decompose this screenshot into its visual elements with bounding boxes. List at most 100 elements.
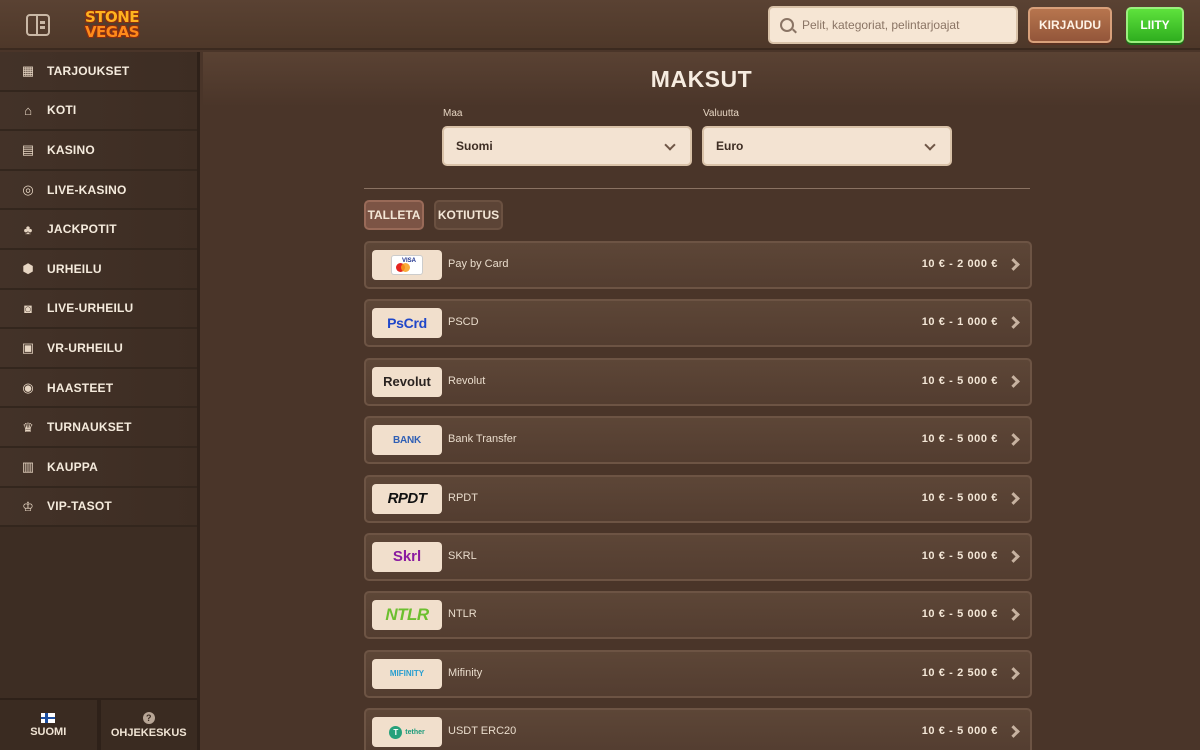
chevron-right-icon [1007, 433, 1020, 447]
chevron-right-icon [1007, 666, 1020, 680]
country-select[interactable]: Suomi [442, 126, 692, 166]
chevron-down-icon [924, 139, 936, 151]
payment-method-row[interactable]: MIFINITY Mifinity 10 € - 2 500 € [364, 649, 1032, 698]
clover-icon: ♣ [23, 221, 33, 237]
page-title: MAKSUT [650, 66, 753, 92]
payment-method-limits: 10 € - 5 000 € [921, 374, 998, 387]
payment-method-limits: 10 € - 5 000 € [921, 608, 998, 621]
payment-method-name: Pay by Card [448, 258, 509, 270]
revolut-logo-mark: Revolut [383, 374, 431, 390]
login-button[interactable]: KIRJAUDU [1028, 7, 1112, 43]
bank-logo: BANK [372, 425, 442, 456]
rpdt-logo-mark: RPDT [387, 490, 427, 508]
home-icon: ⌂ [24, 102, 32, 118]
roulette-icon: ◎ [22, 182, 34, 198]
sidebar-item-vr-urheilu[interactable]: ▣ VR-URHEILU [0, 329, 197, 369]
payment-method-name: PSCD [448, 316, 479, 329]
language-label: SUOMI [30, 725, 67, 738]
skrl-logo-mark: Skrl [392, 548, 422, 566]
trophy-icon: ♛ [22, 419, 34, 435]
sidebar-item-label: KASINO [47, 142, 95, 157]
tether-logo-mark: Ttether [389, 725, 425, 739]
chevron-right-icon [1007, 316, 1020, 330]
main-content: MAKSUT Maa Suomi Valuutta Euro TALLETA K… [203, 52, 1200, 750]
payment-method-limits: 10 € - 2 000 € [921, 258, 998, 270]
currency-select[interactable]: Euro [702, 126, 952, 166]
slot-machine-icon: ▤ [21, 142, 35, 158]
sidebar-item-live-urheilu[interactable]: ◙ LIVE-URHEILU [0, 289, 197, 330]
visa-logo-mark: VISA [392, 256, 422, 274]
payment-method-list: VISA Pay by Card 10 € - 2 000 € PsCrd PSCD 10… [364, 241, 1032, 750]
sidebar: ▦ TARJOUKSET ⌂ KOTI ▤ KASINO ◎ LIVE-KASINO ♣ JACK… [0, 52, 200, 750]
sidebar-item-haasteet[interactable]: ◉ HAASTEET [0, 368, 197, 409]
sidebar-item-koti[interactable]: ⌂ KOTI [0, 91, 197, 132]
country-value: Suomi [456, 139, 493, 153]
payment-method-row[interactable]: NTLR NTLR 10 € - 5 000 € [364, 591, 1032, 640]
sidebar-item-label: VIP-TASOT [47, 499, 112, 514]
payment-method-row[interactable]: RPDT RPDT 10 € - 5 000 € [364, 474, 1032, 523]
payment-method-row[interactable]: Revolut Revolut 10 € - 5 000 € [364, 357, 1032, 406]
sidebar-item-vip-tasot[interactable]: ♔ VIP-TASOT [0, 487, 197, 528]
sidebar-item-label: KAUPPA [47, 459, 98, 474]
top-header: STONE VEGAS KIRJAUDU LIITY [0, 0, 1200, 50]
pscrd-logo-mark: PsCrd [387, 315, 427, 332]
payment-method-row[interactable]: BANK Bank Transfer 10 € - 5 000 € [364, 416, 1032, 465]
soccer-ball-icon: ⬢ [22, 261, 34, 277]
payment-method-name: Mifinity [448, 666, 483, 679]
sidebar-item-kauppa[interactable]: ▥ KAUPPA [0, 447, 197, 488]
stone-vegas-logo[interactable]: STONE VEGAS [74, 4, 150, 46]
bank-logo-mark: BANK [392, 434, 422, 446]
live-sport-icon: ◙ [24, 300, 32, 316]
sidebar-item-live-kasino[interactable]: ◎ LIVE-KASINO [0, 170, 197, 211]
payment-method-name: Revolut [448, 374, 486, 387]
country-label: Maa [443, 108, 463, 119]
sidebar-item-label: URHEILU [47, 261, 102, 276]
currency-value: Euro [716, 139, 744, 153]
tab-withdrawal[interactable]: KOTIUTUS [434, 200, 503, 230]
payment-method-row[interactable]: VISA Pay by Card 10 € - 2 000 € [364, 241, 1032, 289]
payment-method-limits: 10 € - 5 000 € [921, 549, 998, 562]
chevron-right-icon [1007, 550, 1020, 563]
payment-method-name: Bank Transfer [448, 433, 517, 446]
sidebar-toggle-icon [26, 14, 50, 36]
sidebar-item-label: JACKPOTIT [47, 222, 117, 237]
sidebar-item-urheilu[interactable]: ⬢ URHEILU [0, 249, 197, 290]
ntlr-logo-mark: NTLR [385, 605, 429, 625]
payment-method-name: USDT ERC20 [448, 725, 517, 738]
tab-deposit[interactable]: TALLETA [364, 200, 424, 230]
help-icon: ? [142, 711, 155, 724]
visa-logo: VISA [372, 250, 442, 280]
search-box[interactable] [768, 6, 1018, 44]
search-input[interactable] [802, 18, 1002, 32]
vr-sport-icon: ▣ [21, 340, 35, 356]
sidebar-item-tarjoukset[interactable]: ▦ TARJOUKSET [0, 52, 197, 92]
sidebar-item-kasino[interactable]: ▤ KASINO [0, 131, 197, 171]
revolut-logo: Revolut [372, 366, 442, 397]
payment-method-limits: 10 € - 5 000 € [921, 433, 998, 446]
mifinity-logo: MIFINITY [372, 658, 442, 689]
payment-method-name: RPDT [448, 491, 478, 504]
payment-method-row[interactable]: PsCrd PSCD 10 € - 1 000 € [364, 299, 1032, 348]
payment-method-row[interactable]: Ttether USDT ERC20 10 € - 5 000 € [364, 708, 1032, 750]
sidebar-toggle-button[interactable] [20, 11, 56, 39]
chevron-right-icon [1007, 725, 1020, 738]
chevron-right-icon [1007, 491, 1020, 505]
skrl-logo: Skrl [372, 541, 442, 572]
shop-icon: ▥ [21, 459, 35, 475]
sidebar-item-turnaukset[interactable]: ♛ TURNAUKSET [0, 408, 197, 448]
chevron-right-icon [1007, 608, 1020, 622]
payment-method-row[interactable]: Skrl SKRL 10 € - 5 000 € [364, 532, 1032, 581]
sidebar-footer: SUOMI ? OHJEKESKUS [0, 698, 197, 750]
sidebar-nav: ▦ TARJOUKSET ⌂ KOTI ▤ KASINO ◎ LIVE-KASINO ♣ JACK… [0, 52, 197, 528]
sidebar-item-label: TARJOUKSET [47, 63, 130, 78]
payment-method-limits: 10 € - 5 000 € [921, 725, 998, 738]
help-center-button[interactable]: ? OHJEKESKUS [96, 698, 197, 750]
sidebar-item-label: LIVE-URHEILU [47, 301, 134, 316]
payment-method-name: SKRL [448, 549, 477, 562]
language-button[interactable]: SUOMI [0, 698, 97, 750]
sidebar-item-jackpotit[interactable]: ♣ JACKPOTIT [0, 210, 197, 250]
help-label: OHJEKESKUS [110, 726, 187, 739]
crown-icon: ♔ [22, 498, 34, 514]
chevron-right-icon [1007, 258, 1020, 271]
join-button[interactable]: LIITY [1126, 7, 1184, 43]
